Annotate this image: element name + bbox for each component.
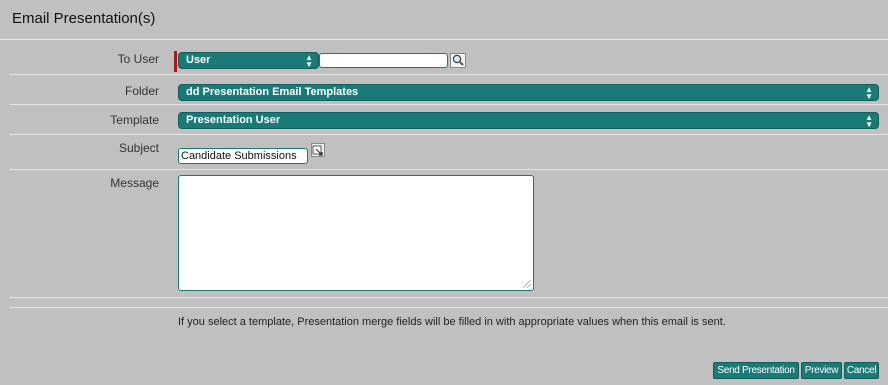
subject-label: Subject: [118, 141, 159, 155]
required-indicator: [174, 51, 177, 72]
dialog-title: Email Presentation(s): [12, 10, 156, 27]
dialog-titlebar: Email Presentation(s): [0, 0, 888, 40]
send-presentation-button[interactable]: Send Presentation: [713, 362, 799, 379]
template-select[interactable]: Presentation User ▲ ▼: [178, 112, 879, 129]
user-type-select-value: User: [186, 54, 211, 66]
edit-field-icon[interactable]: [311, 143, 325, 157]
magnifier-icon[interactable]: [450, 53, 466, 68]
to-user-row: To User: [10, 40, 888, 75]
resize-grip-icon[interactable]: [523, 280, 531, 288]
message-label: Message: [110, 176, 159, 190]
user-type-select[interactable]: User ▲ ▼: [178, 52, 319, 69]
select-arrows-icon: ▲ ▼: [305, 53, 313, 69]
to-user-label: To User: [117, 52, 159, 66]
user-search-input[interactable]: [319, 53, 448, 68]
folder-select[interactable]: dd Presentation Email Templates ▲ ▼: [178, 84, 879, 101]
preview-button[interactable]: Preview: [801, 362, 842, 379]
template-hint-text: If you select a template, Presentation m…: [178, 316, 726, 328]
select-arrows-icon: ▲ ▼: [865, 85, 873, 101]
template-select-value: Presentation User: [186, 114, 281, 126]
select-arrows-icon: ▲ ▼: [865, 113, 873, 129]
subject-input[interactable]: [178, 148, 308, 164]
folder-select-value: dd Presentation Email Templates: [186, 86, 359, 98]
folder-label: Folder: [124, 84, 159, 98]
message-textarea[interactable]: [178, 175, 534, 291]
template-label: Template: [110, 113, 159, 127]
subject-row: Subject: [10, 135, 888, 170]
cancel-button[interactable]: Cancel: [844, 362, 879, 379]
spacer-row: [10, 298, 888, 308]
